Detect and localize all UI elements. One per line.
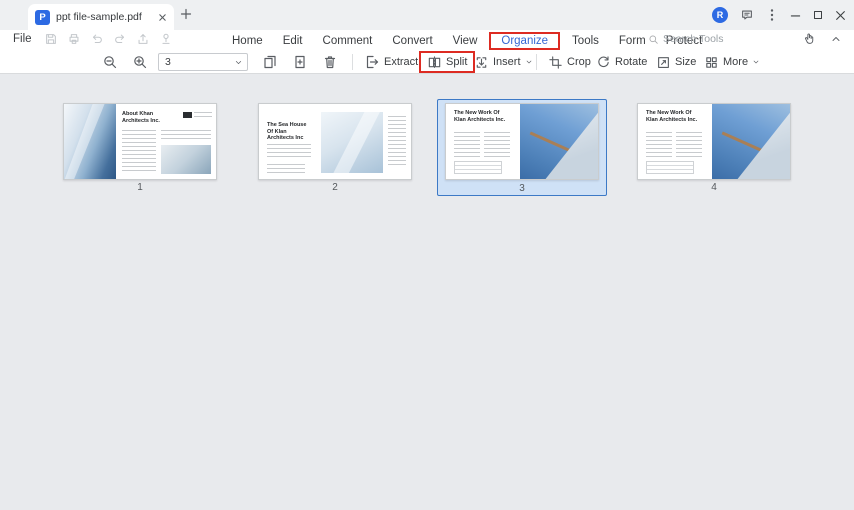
- split-button[interactable]: Split: [446, 56, 467, 68]
- rotate-label: Rotate: [615, 56, 648, 68]
- document-tab-title: ppt file-sample.pdf: [56, 11, 142, 23]
- crop-label: Crop: [567, 56, 591, 68]
- insert-button[interactable]: Insert: [474, 51, 533, 73]
- more-chevron-icon[interactable]: [752, 58, 760, 66]
- new-tab-button[interactable]: [180, 8, 192, 20]
- split-highlight-box: Split: [419, 51, 476, 73]
- page-thumbnail-1[interactable]: About Khan Architects Inc.: [63, 103, 217, 180]
- undo-icon[interactable]: [90, 32, 104, 46]
- page-thumbnail-4[interactable]: The New Work Of Klan Architects Inc.: [637, 103, 791, 180]
- slide2-building-photo: [321, 112, 383, 173]
- slide3-building-photo: [520, 104, 598, 179]
- tab-view[interactable]: View: [443, 35, 488, 47]
- page-number-label: 3: [519, 183, 525, 194]
- more-grid-icon: [704, 55, 719, 70]
- slide4-building-photo: [712, 104, 790, 179]
- menubar: File Home Edit Comment Convert View Orga…: [0, 30, 854, 51]
- zoom-in-icon[interactable]: [132, 54, 148, 70]
- slide4-title: The New Work Of Klan Architects Inc.: [646, 110, 698, 123]
- slide1-logo-mark: [183, 112, 192, 118]
- tab-edit[interactable]: Edit: [273, 35, 313, 47]
- size-button[interactable]: Size: [656, 51, 696, 73]
- slide2-text-column: [267, 144, 311, 160]
- slide1-building-photo: [64, 104, 116, 179]
- page-number-label: 2: [332, 182, 338, 193]
- page-grid: About Khan Architects Inc. 1 The Sea Hou…: [0, 74, 854, 510]
- titlebar: P ppt file-sample.pdf R: [0, 0, 854, 30]
- app-logo-icon: P: [35, 9, 50, 25]
- file-menu[interactable]: File: [13, 33, 32, 45]
- slide3-text-column: [484, 132, 510, 157]
- insert-icon: [474, 55, 489, 70]
- new-page-icon[interactable]: [292, 54, 308, 70]
- account-avatar[interactable]: R: [712, 7, 728, 23]
- document-tab[interactable]: P ppt file-sample.pdf: [28, 4, 174, 30]
- slide2-text-column: [388, 116, 406, 168]
- crop-icon: [548, 55, 563, 70]
- slide3-title: The New Work Of Klan Architects Inc.: [454, 110, 506, 123]
- chevron-down-icon[interactable]: [234, 58, 243, 67]
- share-icon[interactable]: [136, 32, 150, 46]
- page-number-select[interactable]: [158, 53, 248, 71]
- menu-dots-icon[interactable]: [766, 8, 778, 22]
- page-thumbnail-3[interactable]: The New Work Of Klan Architects Inc.: [445, 103, 599, 180]
- zoom-out-icon[interactable]: [102, 54, 118, 70]
- maximize-button[interactable]: [813, 10, 823, 20]
- split-icon: [427, 55, 442, 70]
- tab-home[interactable]: Home: [222, 35, 273, 47]
- extract-button[interactable]: Extract: [364, 51, 418, 73]
- close-button[interactable]: [835, 10, 846, 21]
- extract-label: Extract: [384, 56, 419, 68]
- page-number-input[interactable]: [159, 55, 227, 69]
- insert-label: Insert: [493, 56, 521, 68]
- delete-page-icon[interactable]: [322, 54, 338, 70]
- search-tools-label: Search Tools: [663, 33, 724, 45]
- ribbon-tabs: Home Edit Comment Convert View Organize …: [222, 30, 712, 51]
- copy-page-icon[interactable]: [262, 54, 278, 70]
- tab-comment[interactable]: Comment: [313, 35, 383, 47]
- slide1-secondary-photo: [161, 145, 211, 174]
- redo-icon[interactable]: [113, 32, 127, 46]
- page-number-label: 4: [711, 182, 717, 193]
- slide3-text-column: [454, 132, 480, 157]
- tab-convert[interactable]: Convert: [382, 35, 442, 47]
- selected-page-highlight: The New Work Of Klan Architects Inc. 3: [437, 99, 607, 196]
- save-icon[interactable]: [44, 32, 58, 46]
- rotate-button[interactable]: Rotate: [596, 51, 647, 73]
- pdf-editor-window: P ppt file-sample.pdf R File Home Edit C…: [0, 0, 854, 510]
- slide1-text-column: [122, 130, 156, 174]
- search-icon: [648, 34, 659, 45]
- slide4-text-column: [676, 132, 702, 157]
- slide1-header-lines: [194, 112, 212, 120]
- tab-tools[interactable]: Tools: [562, 35, 609, 47]
- slide4-table: [646, 161, 694, 174]
- search-tools[interactable]: Search Tools: [648, 33, 724, 45]
- size-icon: [656, 55, 671, 70]
- slide3-table: [454, 161, 502, 174]
- slide2-title: The Sea House Of Klan Architects Inc: [267, 122, 307, 142]
- insert-chevron-icon[interactable]: [525, 58, 533, 66]
- slide1-title: About Khan Architects Inc.: [122, 111, 160, 124]
- tab-close-icon[interactable]: [158, 13, 167, 22]
- hand-tool-icon[interactable]: [803, 32, 816, 45]
- collapse-toolbar-icon[interactable]: [830, 33, 842, 45]
- more-label: More: [723, 56, 749, 68]
- slide1-text-column: [161, 130, 211, 141]
- extract-icon: [364, 54, 380, 70]
- page-number-label: 1: [137, 182, 143, 193]
- crop-button[interactable]: Crop: [548, 51, 591, 73]
- organize-toolbar: Extract Split Insert Crop: [0, 51, 854, 74]
- feedback-icon[interactable]: [740, 8, 754, 22]
- minimize-button[interactable]: [790, 10, 801, 21]
- page-thumbnail-2[interactable]: The Sea House Of Klan Architects Inc: [258, 103, 412, 180]
- tab-organize[interactable]: Organize: [497, 35, 552, 47]
- size-label: Size: [675, 56, 697, 68]
- rotate-icon: [596, 55, 611, 70]
- more-button[interactable]: More: [704, 51, 760, 73]
- organize-highlight-box: Organize: [489, 31, 561, 50]
- slide4-text-column: [646, 132, 672, 157]
- slide2-text-column: [267, 164, 305, 174]
- stamp-icon[interactable]: [159, 32, 173, 46]
- print-icon[interactable]: [67, 32, 81, 46]
